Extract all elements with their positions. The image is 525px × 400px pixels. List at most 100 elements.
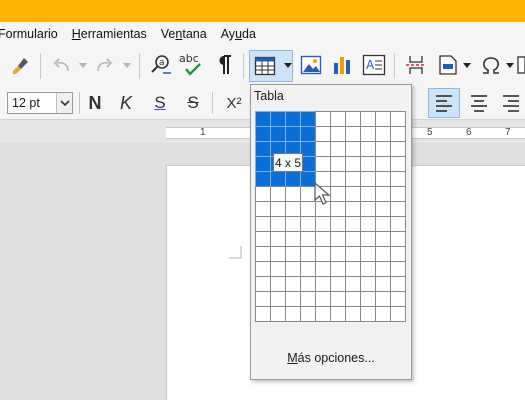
table-grid-cell[interactable] <box>360 111 376 127</box>
table-grid-cell[interactable] <box>360 261 376 277</box>
insert-page-break-button[interactable] <box>403 52 429 78</box>
table-grid-cell[interactable] <box>315 111 331 127</box>
table-grid-cell[interactable] <box>255 246 271 262</box>
table-grid-cell[interactable] <box>270 306 286 322</box>
align-right-button[interactable] <box>497 88 525 118</box>
table-grid-cell[interactable] <box>345 126 361 142</box>
table-grid-cell[interactable] <box>315 306 331 322</box>
table-grid-cell[interactable] <box>255 126 271 142</box>
table-grid-cell[interactable] <box>360 276 376 292</box>
font-size-value[interactable]: 12 pt <box>8 96 56 110</box>
underline-button[interactable]: S <box>149 90 171 116</box>
table-grid-cell[interactable] <box>360 141 376 157</box>
table-grid-cell[interactable] <box>270 186 286 202</box>
table-grid-cell[interactable] <box>390 141 406 157</box>
table-grid-cell[interactable] <box>285 246 301 262</box>
table-grid-cell[interactable] <box>345 306 361 322</box>
table-grid-cell[interactable] <box>360 291 376 307</box>
spelling-button[interactable]: abc <box>178 51 206 79</box>
insert-table-dropdown[interactable] <box>283 57 293 75</box>
table-grid-cell[interactable] <box>255 291 271 307</box>
table-grid-cell[interactable] <box>300 216 316 232</box>
table-grid-cell[interactable] <box>330 156 346 172</box>
table-grid-cell[interactable] <box>390 291 406 307</box>
table-grid-cell[interactable] <box>375 306 391 322</box>
table-grid-cell[interactable] <box>315 246 331 262</box>
table-grid-cell[interactable] <box>315 126 331 142</box>
table-size-grid[interactable] <box>255 111 407 337</box>
table-grid-cell[interactable] <box>345 276 361 292</box>
table-grid-cell[interactable] <box>375 276 391 292</box>
table-grid-cell[interactable] <box>390 201 406 217</box>
table-grid-cell[interactable] <box>345 231 361 247</box>
table-grid-cell[interactable] <box>360 186 376 202</box>
menu-ventana[interactable]: Ventana <box>154 27 214 41</box>
table-grid-cell[interactable] <box>270 291 286 307</box>
table-grid-cell[interactable] <box>300 111 316 127</box>
table-grid-cell[interactable] <box>330 111 346 127</box>
insert-field-dropdown[interactable] <box>462 57 472 75</box>
table-grid-cell[interactable] <box>375 186 391 202</box>
table-grid-cell[interactable] <box>270 171 286 187</box>
table-grid-cell[interactable] <box>270 216 286 232</box>
table-grid-cell[interactable] <box>360 231 376 247</box>
table-grid-cell[interactable] <box>300 306 316 322</box>
table-grid-cell[interactable] <box>375 111 391 127</box>
table-grid-cell[interactable] <box>390 156 406 172</box>
table-grid-cell[interactable] <box>315 141 331 157</box>
table-grid-cell[interactable] <box>360 246 376 262</box>
table-grid-cell[interactable] <box>315 216 331 232</box>
menu-herramientas[interactable]: Herramientas <box>65 27 154 41</box>
table-grid-cell[interactable] <box>300 291 316 307</box>
table-grid-cell[interactable] <box>330 126 346 142</box>
table-grid-cell[interactable] <box>390 246 406 262</box>
table-grid-cell[interactable] <box>300 246 316 262</box>
table-grid-cell[interactable] <box>270 126 286 142</box>
table-grid-cell[interactable] <box>390 306 406 322</box>
table-grid-cell[interactable] <box>345 261 361 277</box>
table-grid-cell[interactable] <box>285 306 301 322</box>
table-grid-cell[interactable] <box>375 231 391 247</box>
table-grid-cell[interactable] <box>300 126 316 142</box>
table-grid-cell[interactable] <box>345 246 361 262</box>
table-grid-cell[interactable] <box>255 261 271 277</box>
align-center-button[interactable] <box>465 88 493 118</box>
table-grid-cell[interactable] <box>390 231 406 247</box>
table-grid-cell[interactable] <box>270 111 286 127</box>
table-grid-cell[interactable] <box>375 141 391 157</box>
table-grid-cell[interactable] <box>390 186 406 202</box>
table-grid-cell[interactable] <box>345 291 361 307</box>
table-grid-cell[interactable] <box>375 171 391 187</box>
table-grid-cell[interactable] <box>345 141 361 157</box>
table-grid-cell[interactable] <box>255 216 271 232</box>
table-grid-cell[interactable] <box>375 156 391 172</box>
table-grid-cell[interactable] <box>285 261 301 277</box>
table-grid-cell[interactable] <box>345 111 361 127</box>
strikethrough-button[interactable]: S <box>182 90 204 116</box>
table-grid-cell[interactable] <box>285 216 301 232</box>
table-grid-cell[interactable] <box>270 276 286 292</box>
redo-dropdown[interactable] <box>121 53 133 79</box>
table-grid-cell[interactable] <box>345 156 361 172</box>
table-grid-cell[interactable] <box>330 261 346 277</box>
table-grid-cell[interactable] <box>330 231 346 247</box>
table-grid-cell[interactable] <box>390 111 406 127</box>
table-grid-cell[interactable] <box>315 231 331 247</box>
table-grid-cell[interactable] <box>390 216 406 232</box>
font-size-dropdown[interactable] <box>56 93 72 113</box>
clone-formatting-button[interactable] <box>8 53 34 79</box>
table-grid-cell[interactable] <box>300 231 316 247</box>
table-grid-cell[interactable] <box>300 276 316 292</box>
table-grid-cell[interactable] <box>330 216 346 232</box>
table-grid-cell[interactable] <box>375 216 391 232</box>
table-grid-cell[interactable] <box>360 201 376 217</box>
table-grid-cell[interactable] <box>375 261 391 277</box>
table-grid-cell[interactable] <box>390 126 406 142</box>
undo-button[interactable] <box>48 53 76 79</box>
table-grid-cell[interactable] <box>345 171 361 187</box>
align-left-button[interactable] <box>428 88 460 118</box>
italic-button[interactable]: K <box>115 90 137 116</box>
table-grid-cell[interactable] <box>345 186 361 202</box>
table-grid-cell[interactable] <box>315 276 331 292</box>
table-grid-cell[interactable] <box>270 231 286 247</box>
